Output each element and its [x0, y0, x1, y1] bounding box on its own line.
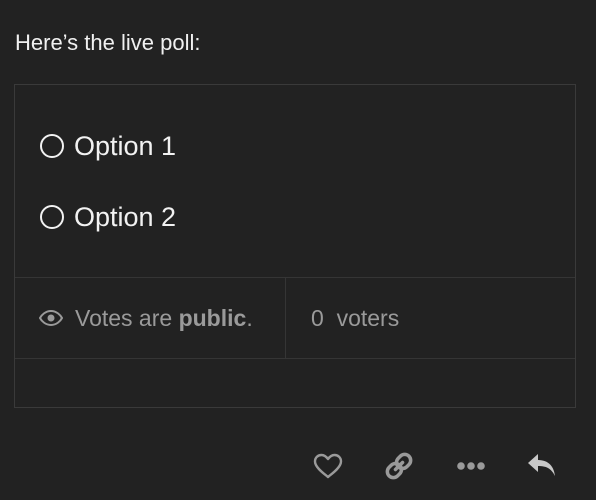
radio-icon[interactable] [40, 205, 64, 229]
visibility-suffix: . [246, 305, 253, 331]
more-icon [457, 462, 485, 470]
eye-icon [39, 310, 63, 326]
poll-option-2[interactable]: Option 2 [40, 200, 176, 234]
divider [285, 277, 286, 358]
poll-option-1[interactable]: Option 1 [40, 129, 176, 163]
voter-count-label: voters [336, 305, 400, 331]
visibility-emphasis: public [178, 305, 247, 331]
poll-option-label: Option 2 [74, 202, 177, 232]
like-button[interactable] [310, 448, 346, 484]
poll-voter-count: 0 voters [311, 303, 399, 333]
poll-container: Option 1 Option 2 Votes are public . 0 v… [14, 84, 576, 408]
visibility-prefix: Votes are [75, 305, 179, 331]
reply-button[interactable] [524, 448, 560, 484]
more-button[interactable] [453, 448, 489, 484]
reply-icon [528, 454, 555, 476]
heart-icon [313, 453, 343, 479]
link-icon [385, 452, 413, 480]
voter-count-number: 0 [311, 305, 324, 331]
divider [15, 358, 575, 359]
poll-option-label: Option 1 [74, 131, 177, 161]
radio-icon[interactable] [40, 134, 64, 158]
post-intro-text: Here’s the live poll: [15, 30, 201, 55]
divider [15, 277, 575, 278]
post-actions [0, 448, 596, 484]
copy-link-button[interactable] [381, 448, 417, 484]
poll-visibility-info: Votes are public . [39, 303, 253, 333]
